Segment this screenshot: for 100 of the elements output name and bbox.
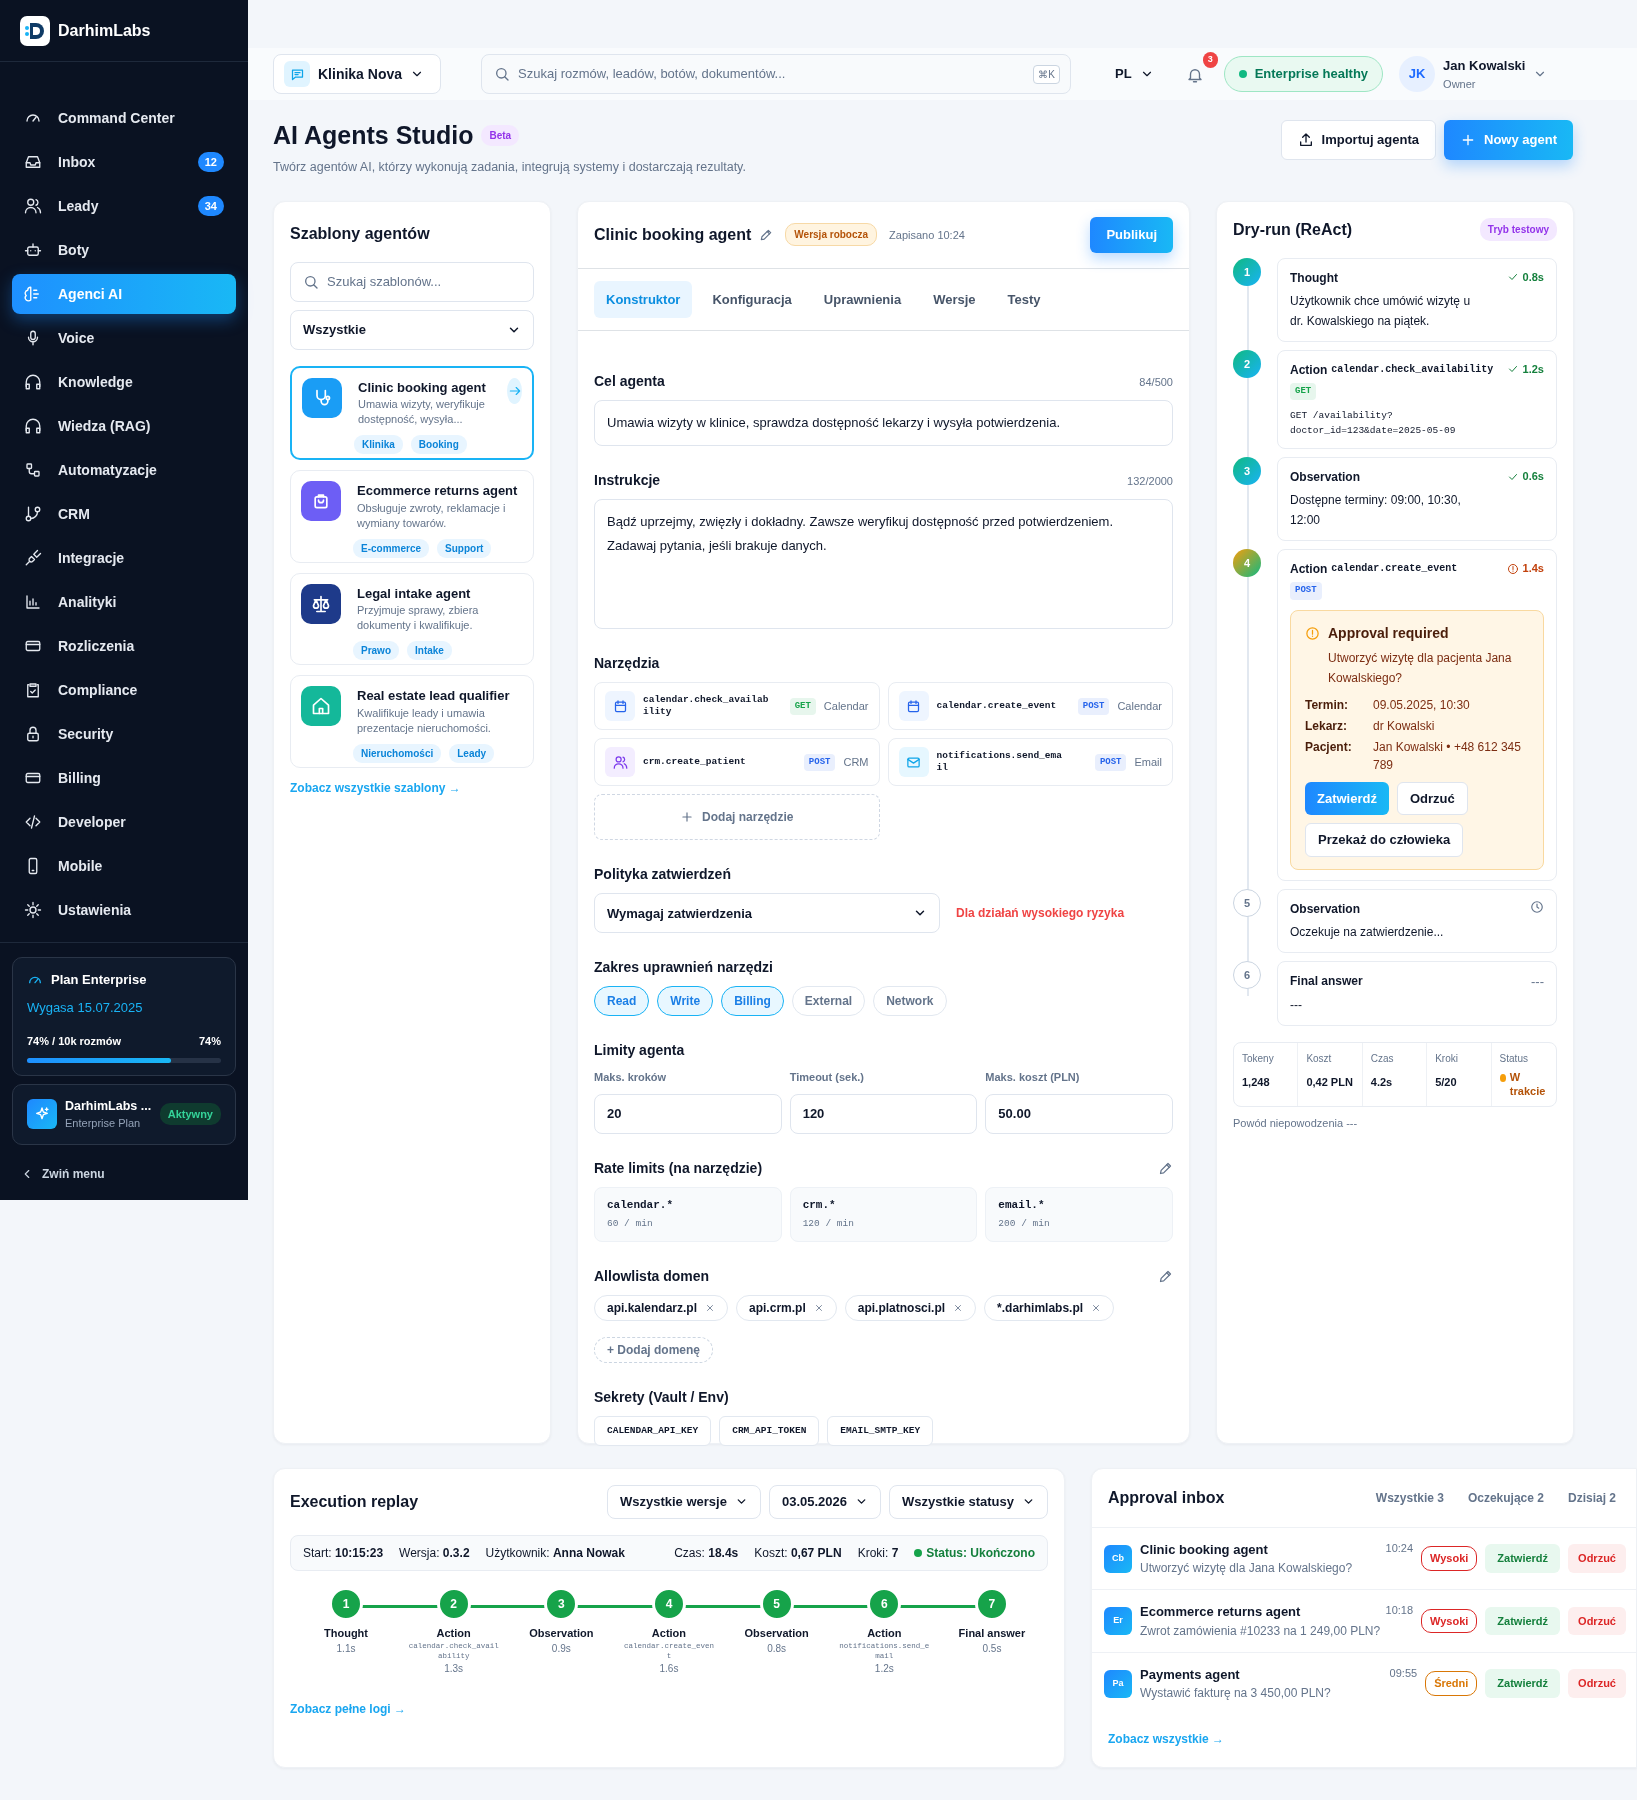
- close-icon[interactable]: [813, 1302, 824, 1313]
- workspace-card[interactable]: DarhimLabs ... Enterprise Plan Aktywny: [12, 1083, 236, 1145]
- number-input[interactable]: 20: [594, 1093, 782, 1134]
- search-field[interactable]: Szukaj rozmów, leadów, botów, dokumentów... ⌘K: [481, 54, 1072, 94]
- close-icon[interactable]: [1091, 1302, 1102, 1313]
- close-icon[interactable]: [953, 1302, 964, 1313]
- method-badge: GET: [1290, 382, 1317, 401]
- search-icon: [494, 66, 511, 82]
- domain-chip[interactable]: api.kalendarz.pl: [594, 1294, 729, 1321]
- reject-button[interactable]: Odrzuć: [1568, 1669, 1626, 1698]
- template-card[interactable]: Real estate lead qualifier Kwalifikuje leady i umawia prezentacje nieruchomości. Nieruchomości Leady: [290, 675, 534, 768]
- filter-dropdown[interactable]: Wszystkie statusy: [889, 1484, 1048, 1519]
- number-input[interactable]: 120: [789, 1093, 978, 1134]
- agent-avatar: Cb: [1104, 1544, 1132, 1573]
- filter-dropdown[interactable]: Wszystkie: [290, 309, 534, 350]
- warning-icon: [1305, 625, 1320, 641]
- sidebar-item[interactable]: Integracje: [12, 538, 236, 578]
- action-button[interactable]: Przekaż do człowieka: [1305, 823, 1464, 857]
- template-card[interactable]: Legal intake agent Przyjmuje sprawy, zbiera dokumenty i kwalifikuje. Prawo Intake: [290, 572, 534, 666]
- tab[interactable]: Konfiguracja: [700, 280, 804, 319]
- sidebar-item[interactable]: Inbox 12: [12, 142, 236, 182]
- policy-note: Dla działań wysokiego ryzyka: [956, 905, 1125, 923]
- import-button[interactable]: Importuj agenta: [1280, 120, 1437, 160]
- collapse-button[interactable]: Zwiń menu: [16, 1160, 109, 1187]
- sidebar-item[interactable]: Command Center: [12, 98, 236, 138]
- sidebar-item[interactable]: Rozliczenia: [12, 626, 236, 666]
- tool-row[interactable]: notifications.send_email POST Email: [887, 738, 1173, 787]
- sidebar-item[interactable]: CRM: [12, 494, 236, 534]
- step-title: Action: [651, 1625, 687, 1641]
- rate-pattern: calendar.*: [607, 1197, 674, 1213]
- scope-chip[interactable]: External: [791, 986, 866, 1017]
- request-time: 10:24: [1385, 1540, 1414, 1556]
- edit-icon[interactable]: [1158, 1268, 1173, 1284]
- scope-chip[interactable]: Network: [873, 986, 947, 1017]
- add-domain-button[interactable]: + Dodaj domenę: [594, 1336, 714, 1363]
- sidebar-item[interactable]: Compliance: [12, 670, 236, 710]
- users-icon: [24, 197, 42, 215]
- tab[interactable]: Wersje: [921, 280, 988, 319]
- sidebar-item[interactable]: Boty: [12, 230, 236, 270]
- sidebar-item[interactable]: Leady 34: [12, 186, 236, 226]
- template-card[interactable]: Ecommerce returns agent Obsługuje zwroty, reklamacje i wymiany towarów. E-commerce Support: [290, 470, 534, 563]
- filter-dropdown[interactable]: Wszystkie wersje: [606, 1484, 761, 1519]
- filter-tab[interactable]: Wszystkie 3: [1371, 1484, 1448, 1511]
- sidebar-item[interactable]: Developer: [12, 802, 236, 842]
- chat-icon: [289, 66, 305, 82]
- scope-chip[interactable]: Billing: [721, 986, 784, 1017]
- step-duration: 1.3s: [444, 1662, 464, 1677]
- sidebar-item[interactable]: Ustawienia: [12, 890, 236, 930]
- number-input[interactable]: 50.00: [985, 1093, 1173, 1134]
- sidebar-item[interactable]: Knowledge: [12, 362, 236, 402]
- domain-chip[interactable]: *.darhimlabs.pl: [984, 1294, 1115, 1321]
- close-icon[interactable]: [705, 1302, 716, 1313]
- inbox-icon: [24, 153, 42, 171]
- scope-chip[interactable]: Read: [594, 986, 650, 1017]
- sidebar-item[interactable]: Wiedza (RAG): [12, 406, 236, 446]
- search-field[interactable]: Szukaj szablonów...: [290, 261, 534, 302]
- approve-button[interactable]: Zatwierdź: [1485, 1606, 1561, 1636]
- sidebar-item[interactable]: Automatyzacje: [12, 450, 236, 490]
- filter-tab[interactable]: Oczekujące 2: [1463, 1484, 1548, 1511]
- char-counter: 132/2000: [1127, 473, 1173, 489]
- sidebar-item[interactable]: Security: [12, 714, 236, 754]
- tab[interactable]: Uprawnienia: [811, 280, 914, 319]
- template-card[interactable]: Clinic booking agent Umawia wizyty, weryfikuje dostępność, wysyła... Klinika Booking: [290, 365, 534, 461]
- action-button[interactable]: Odrzuć: [1396, 781, 1468, 816]
- agent-name: Payments agent: [1140, 1665, 1240, 1684]
- policy-dropdown[interactable]: Wymagaj zatwierdzenia: [594, 893, 940, 934]
- sidebar-item[interactable]: Mobile: [12, 846, 236, 886]
- bar-chart-icon: [24, 593, 42, 611]
- notification-badge: 3: [1202, 52, 1218, 68]
- detail-value: Jan Kowalski • +48 612 345 789: [1373, 738, 1522, 774]
- tab[interactable]: Testy: [995, 280, 1053, 319]
- agent-name: Ecommerce returns agent: [1140, 1603, 1301, 1622]
- tool-row[interactable]: calendar.create_event POST Calendar: [887, 682, 1173, 731]
- request-time: 09:55: [1389, 1665, 1418, 1681]
- domain-chip[interactable]: api.crm.pl: [736, 1294, 837, 1321]
- plan-title: Plan Enterprise: [51, 971, 147, 989]
- filter-dropdown[interactable]: 03.05.2026: [768, 1484, 881, 1519]
- reject-button[interactable]: Odrzuć: [1568, 1606, 1626, 1636]
- sidebar-item[interactable]: Analityki: [12, 582, 236, 622]
- edit-icon[interactable]: [1158, 1160, 1173, 1176]
- sidebar-item[interactable]: Voice: [12, 318, 236, 358]
- stat-label: Tokeny: [1242, 1052, 1275, 1067]
- tool-row[interactable]: calendar.check_availability GET Calendar: [594, 682, 880, 731]
- workspace-selector[interactable]: Klinika Nova: [273, 54, 442, 94]
- domain-chip[interactable]: api.platnosci.pl: [844, 1294, 977, 1321]
- language-selector[interactable]: PL: [1111, 60, 1158, 88]
- tool-row[interactable]: crm.create_patient POST CRM: [594, 738, 880, 787]
- approve-button[interactable]: Zatwierdź: [1485, 1544, 1561, 1573]
- scope-chip[interactable]: Write: [657, 986, 714, 1017]
- reject-button[interactable]: Odrzuć: [1568, 1544, 1626, 1573]
- filter-tab[interactable]: Dzisiaj 2: [1563, 1484, 1620, 1511]
- goal-input[interactable]: Umawia wizyty w klinice, sprawdza dostępność lekarzy i wysyła potwierdzenia.: [594, 400, 1173, 447]
- approve-button[interactable]: Zatwierdź: [1485, 1669, 1561, 1698]
- instructions-textarea[interactable]: Bądź uprzejmy, zwięzły i dokładny. Zawsze weryfikuj dostępność przed potwierdzeniem. Zadawaj pytania, jeśli brakuje danych.: [594, 499, 1173, 630]
- edit-icon[interactable]: [759, 227, 774, 242]
- plan-expiry: Wygasa 15.07.2025: [27, 998, 144, 1017]
- robot-icon: [24, 241, 42, 259]
- add-tool-button[interactable]: Dodaj narzędzie: [594, 794, 880, 841]
- user-avatar[interactable]: JK: [1399, 56, 1436, 92]
- sidebar-item[interactable]: Billing: [12, 758, 236, 798]
